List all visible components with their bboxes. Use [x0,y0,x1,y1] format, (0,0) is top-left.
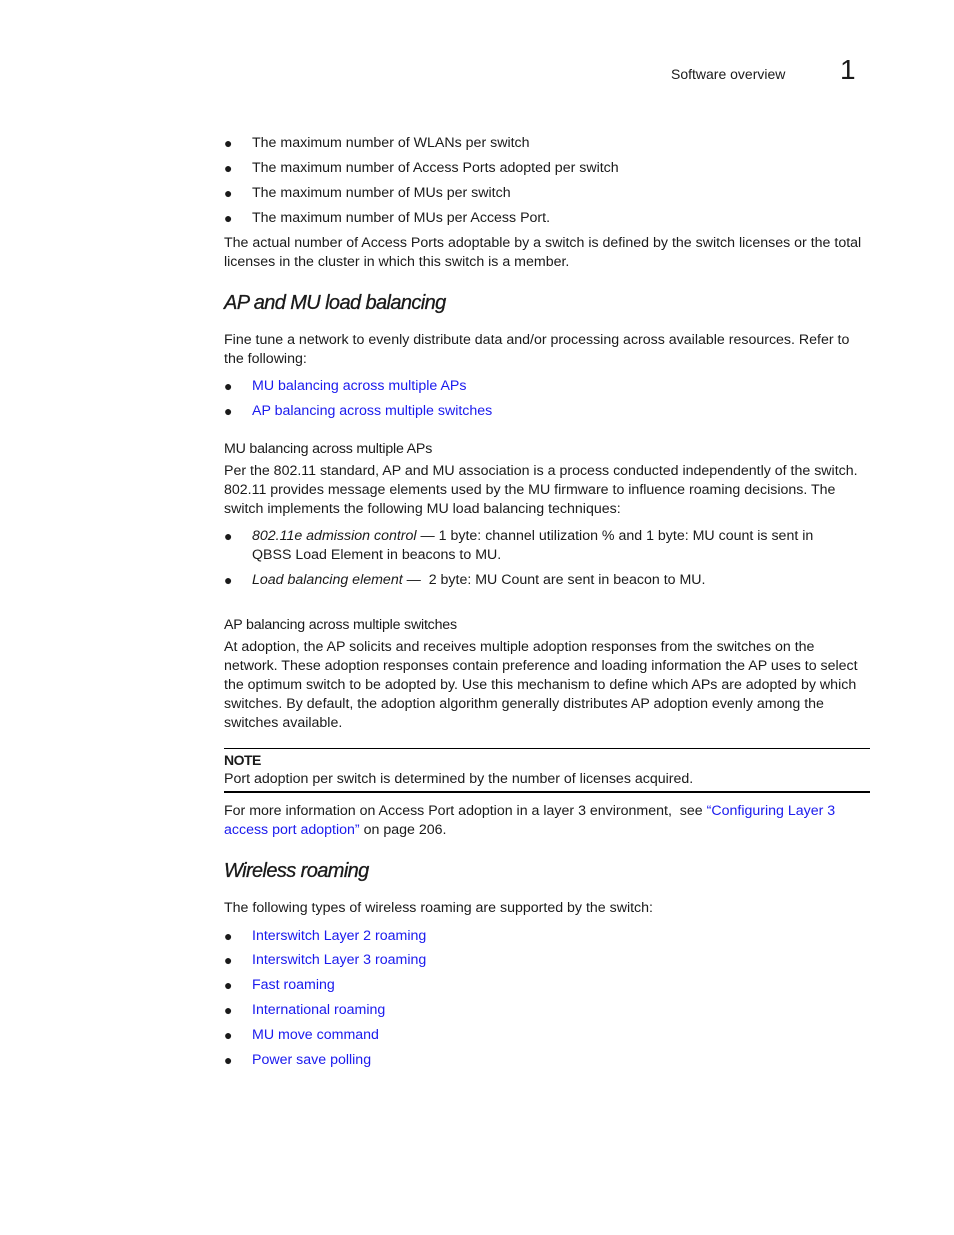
section-heading-wireless-roaming: Wireless roaming [224,860,370,882]
bullet-icon: ● [224,1052,233,1068]
wireless-roaming-paragraph: The following types of wireless roaming … [224,900,653,916]
link-international-roaming[interactable]: International roaming [252,1001,385,1020]
link-power-save-polling[interactable]: Power save polling [252,1051,371,1070]
bullet-icon: ● [224,528,233,544]
separator: — [402,572,429,588]
bullet-icon: ● [224,928,233,944]
list-item-text: The maximum number of WLANs per switch [252,135,530,151]
definition: 2 byte: MU Count are sent in beacon to M… [428,572,706,588]
list-item-text: The maximum number of MUs per switch [252,185,511,201]
separator: — [416,528,439,544]
bullet-icon: ● [224,185,233,201]
subheading-ap-balancing: AP balancing across multiple switches [224,617,457,633]
link-mu-move-command[interactable]: MU move command [252,1026,379,1045]
list-item-text: The maximum number of MUs per Access Por… [252,210,551,226]
intro-paragraph: The actual number of Access Ports adopta… [224,235,862,270]
running-header-title: Software overview [671,66,786,82]
note-box: NOTE Port adoption per switch is determi… [224,748,870,793]
link-mu-balancing[interactable]: MU balancing across multiple APs [252,377,466,396]
more-info-suffix: on page 206. [359,822,447,838]
ap-balancing-paragraph: At adoption, the AP solicits and receive… [224,639,858,731]
bullet-icon: ● [224,160,233,176]
note-label: NOTE [224,752,261,768]
bullet-icon: ● [224,210,233,226]
term: 802.11e admission control [252,528,417,544]
bullet-icon: ● [224,952,233,968]
bullet-icon: ● [224,977,233,993]
more-info-paragraph: For more information on Access Port adop… [224,802,870,840]
section-heading-load-balancing: AP and MU load balancing [224,292,447,314]
term: Load balancing element [252,572,403,588]
link-interswitch-layer3[interactable]: Interswitch Layer 3 roaming [252,951,426,970]
subheading-mu-balancing: MU balancing across multiple APs [224,441,433,457]
bullet-icon: ● [224,378,233,394]
bullet-icon: ● [224,572,233,588]
chapter-number: 1 [840,54,856,85]
link-interswitch-layer2[interactable]: Interswitch Layer 2 roaming [252,927,426,946]
bullet-icon: ● [224,403,233,419]
bullet-icon: ● [224,135,233,151]
link-ap-balancing[interactable]: AP balancing across multiple switches [252,402,492,421]
mu-balancing-paragraph: Per the 802.11 standard, AP and MU assoc… [224,463,858,517]
load-balancing-paragraph: Fine tune a network to evenly distribute… [224,332,850,367]
note-text: Port adoption per switch is determined b… [224,771,694,787]
bullet-icon: ● [224,1002,233,1018]
list-item-text: The maximum number of Access Ports adopt… [252,160,619,176]
more-info-prefix: For more information on Access Port adop… [224,803,707,819]
link-fast-roaming[interactable]: Fast roaming [252,976,335,995]
bullet-icon: ● [224,1027,233,1043]
